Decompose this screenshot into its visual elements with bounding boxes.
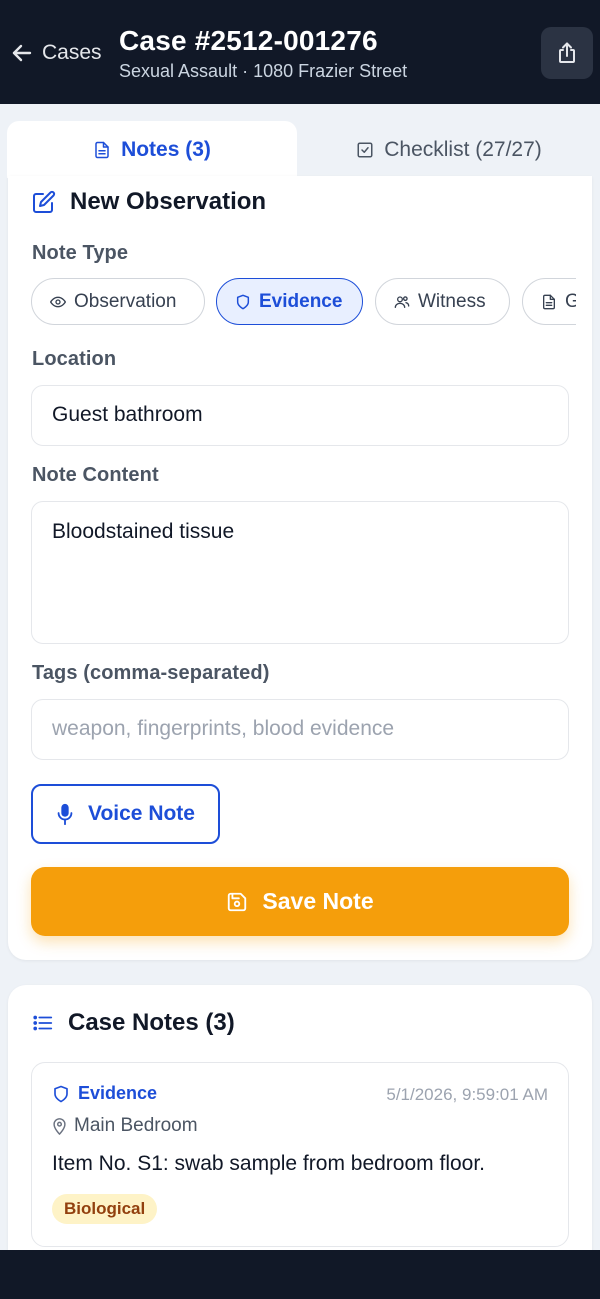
tags-input[interactable]: weapon, fingerprints, blood evidence <box>31 699 569 760</box>
note-type-witness[interactable]: Witness <box>375 278 510 325</box>
note-type-label: Note Type <box>32 242 129 264</box>
location-label: Location <box>32 348 117 370</box>
voice-note-button[interactable]: Voice Note <box>31 784 220 844</box>
note-location-text: Main Bedroom <box>74 1115 198 1136</box>
note-type-witness-label: Witness <box>418 290 486 312</box>
case-subtitle: Sexual Assault · 1080 Frazier Street <box>119 61 408 81</box>
case-notes-title-text: Case Notes (3) <box>68 1009 235 1036</box>
case-notes-title: Case Notes (3) <box>32 1009 235 1037</box>
tab-bar: Notes (3) Checklist (27/27) <box>0 104 600 178</box>
document-icon <box>95 141 109 158</box>
note-type-text: Evidence <box>78 1083 158 1103</box>
new-observation-title-text: New Observation <box>70 188 267 215</box>
note-type-general[interactable]: G <box>522 278 576 325</box>
people-icon <box>394 295 410 308</box>
app-header: Cases Case #2512-001276 Sexual Assault ·… <box>0 0 600 104</box>
edit-icon <box>33 190 56 213</box>
document-icon <box>543 294 555 309</box>
case-title: Case #2512-001276 <box>119 25 378 56</box>
note-timestamp: 5/1/2026, 9:59:01 AM <box>386 1085 548 1104</box>
back-to-cases-button[interactable]: Cases <box>10 38 102 68</box>
save-note-label: Save Note <box>262 888 374 914</box>
arrow-left-icon <box>12 44 32 62</box>
list-icon <box>33 1015 53 1031</box>
note-type-observation[interactable]: Observation <box>31 278 205 325</box>
new-observation-title: New Observation <box>32 188 266 216</box>
note-content-textarea[interactable]: Bloodstained tissue <box>31 501 569 644</box>
tab-checklist-label: Checklist (27/27) <box>384 137 542 161</box>
note-type-observation-label: Observation <box>74 290 177 312</box>
bottom-bar <box>0 1250 600 1299</box>
location-pin-icon <box>53 1118 66 1135</box>
note-type-badge: Evidence <box>52 1083 157 1104</box>
save-note-button[interactable]: Save Note <box>31 867 569 936</box>
shield-icon <box>54 1085 68 1102</box>
tab-checklist[interactable]: Checklist (27/27) <box>305 121 593 178</box>
new-observation-card: New Observation Note Type Observation Ev… <box>8 176 592 960</box>
share-icon <box>559 42 575 63</box>
tab-notes[interactable]: Notes (3) <box>7 121 297 178</box>
tab-notes-label: Notes (3) <box>121 137 211 161</box>
share-button[interactable] <box>541 27 593 79</box>
back-label: Cases <box>42 41 102 64</box>
tags-label: Tags (comma-separated) <box>32 662 270 684</box>
voice-note-label: Voice Note <box>88 802 195 825</box>
checkbox-icon <box>357 142 373 157</box>
note-tag: Biological <box>52 1194 158 1224</box>
case-notes-card: Case Notes (3) Evidence 5/1/2026, 9:59:0… <box>8 985 592 1285</box>
note-type-selector: Observation Evidence Witness G <box>31 278 576 326</box>
note-type-general-label: G <box>565 290 576 312</box>
location-input[interactable]: Guest bathroom <box>31 385 569 446</box>
note-type-evidence-label: Evidence <box>259 290 343 312</box>
note-content-label: Note Content <box>32 464 159 486</box>
note-body: Item No. S1: swab sample from bedroom fl… <box>52 1152 486 1175</box>
save-icon <box>228 892 247 911</box>
eye-icon <box>50 296 66 307</box>
note-card[interactable]: Evidence 5/1/2026, 9:59:01 AM Main Bedro… <box>31 1062 569 1247</box>
shield-icon <box>236 294 250 309</box>
note-type-evidence[interactable]: Evidence <box>216 278 363 325</box>
microphone-icon <box>57 803 73 825</box>
note-location: Main Bedroom <box>52 1115 198 1137</box>
